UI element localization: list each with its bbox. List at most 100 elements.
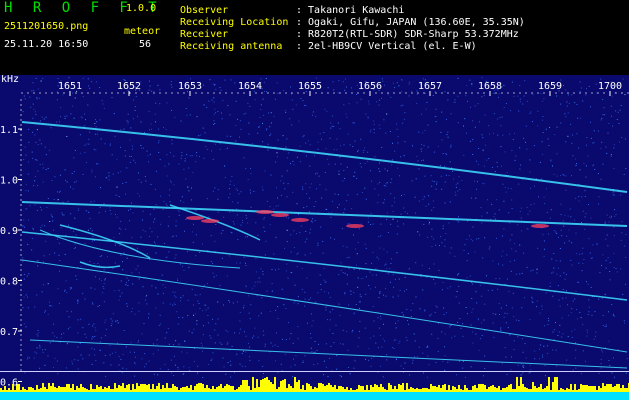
noise-dot: [365, 113, 367, 115]
noise-dot: [423, 372, 424, 374]
noise-dot: [211, 150, 213, 152]
noise-dot: [151, 285, 153, 287]
noise-dot: [556, 273, 558, 275]
noise-dot: [585, 165, 587, 167]
noise-dot: [113, 237, 115, 239]
noise-dot: [221, 343, 223, 345]
noise-dot: [442, 225, 444, 227]
activity-bar: [222, 388, 224, 392]
noise-dot: [213, 97, 215, 99]
noise-dot: [91, 302, 93, 304]
noise-dot: [575, 342, 576, 344]
noise-dot: [80, 318, 82, 320]
noise-dot: [134, 110, 136, 111]
noise-dot: [227, 105, 229, 106]
noise-dot: [367, 116, 369, 118]
noise-dot: [557, 285, 559, 287]
noise-dot: [212, 190, 214, 192]
noise-dot: [247, 102, 249, 104]
noise-dot: [513, 316, 515, 318]
noise-dot: [190, 78, 192, 80]
noise-dot: [367, 160, 369, 162]
noise-dot: [587, 314, 589, 315]
noise-dot: [306, 206, 308, 207]
noise-dot: [96, 133, 98, 135]
noise-dot: [193, 304, 194, 306]
noise-dot: [429, 221, 430, 223]
noise-dot: [374, 188, 376, 190]
noise-dot: [293, 247, 295, 249]
activity-bar: [272, 384, 274, 392]
noise-dot: [412, 303, 414, 305]
noise-dot: [330, 216, 332, 218]
activity-bar: [18, 384, 20, 392]
noise-dot: [323, 279, 325, 281]
noise-dot: [42, 284, 44, 286]
noise-dot: [34, 134, 36, 136]
noise-dot: [506, 374, 508, 375]
noise-dot: [60, 107, 62, 109]
activity-bar: [546, 386, 548, 392]
noise-dot: [236, 262, 238, 264]
noise-dot: [36, 347, 38, 349]
noise-dot: [521, 374, 523, 376]
noise-dot: [308, 197, 310, 199]
noise-dot: [529, 113, 531, 114]
noise-dot: [377, 317, 379, 319]
noise-dot: [409, 81, 410, 83]
noise-dot: [155, 102, 157, 104]
noise-dot: [592, 165, 594, 167]
noise-dot: [33, 185, 35, 187]
noise-dot: [453, 178, 454, 180]
noise-dot: [488, 248, 490, 250]
noise-dot: [330, 346, 332, 347]
noise-dot: [518, 110, 520, 112]
noise-dot: [584, 228, 586, 230]
noise-dot: [39, 120, 41, 122]
noise-dot: [229, 183, 231, 185]
noise-dot: [183, 269, 185, 271]
noise-dot: [511, 234, 513, 236]
noise-dot: [608, 360, 610, 361]
noise-dot: [337, 207, 338, 209]
noise-dot: [576, 104, 578, 105]
noise-dot: [62, 201, 64, 203]
noise-dot: [380, 223, 382, 225]
noise-dot: [606, 152, 608, 154]
noise-dot: [195, 255, 197, 257]
noise-dot: [294, 284, 296, 286]
noise-dot: [563, 85, 564, 86]
activity-bar: [598, 386, 600, 392]
noise-dot: [302, 100, 304, 102]
noise-dot: [482, 149, 484, 151]
activity-bar: [34, 390, 36, 392]
noise-dot: [526, 148, 528, 150]
noise-dot: [99, 256, 101, 258]
noise-dot: [207, 307, 209, 309]
noise-dot: [454, 191, 456, 193]
noise-dot: [401, 195, 402, 196]
noise-dot: [349, 373, 351, 374]
activity-bar: [176, 387, 178, 392]
noise-dot: [362, 277, 364, 279]
noise-dot: [304, 241, 306, 243]
activity-bar: [384, 389, 386, 392]
noise-dot: [588, 204, 589, 205]
activity-bar: [14, 390, 16, 392]
noise-dot: [426, 101, 428, 103]
noise-dot: [108, 179, 110, 181]
noise-dot: [372, 251, 374, 253]
noise-dot: [395, 327, 397, 329]
noise-dot: [225, 330, 227, 332]
noise-dot: [600, 148, 602, 149]
noise-dot: [77, 359, 79, 361]
noise-dot: [227, 342, 229, 344]
activity-bar: [556, 377, 558, 392]
noise-dot: [440, 236, 442, 238]
noise-dot: [602, 163, 604, 165]
noise-dot: [327, 376, 329, 377]
noise-dot: [68, 224, 69, 226]
noise-dot: [191, 332, 193, 334]
activity-bar: [626, 388, 628, 392]
activity-bar: [180, 388, 182, 392]
